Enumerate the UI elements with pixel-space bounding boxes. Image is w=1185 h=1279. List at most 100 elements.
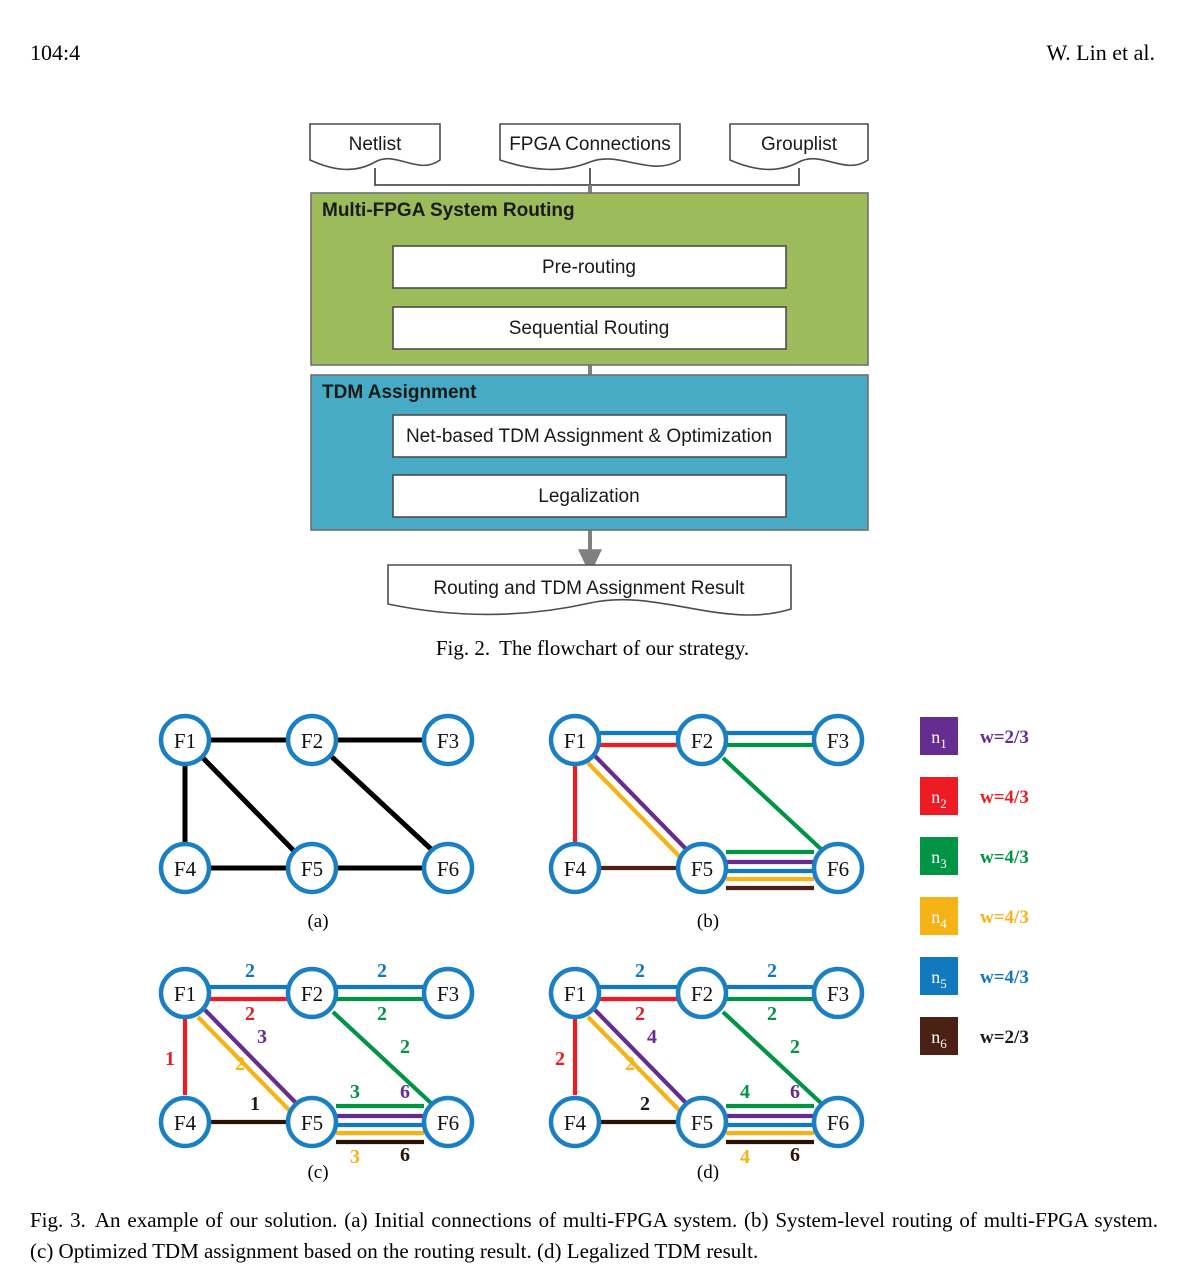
figure-2-caption-text: The flowchart of our strategy. [499, 636, 750, 660]
edge-label-f5-f6-purple: 6 [400, 1081, 410, 1103]
figure-2-caption: Fig. 2. The flowchart of our strategy. [0, 636, 1185, 661]
input-label-grouplist: Grouplist [761, 134, 838, 155]
figure-3-caption-tag: Fig. 3. [30, 1208, 86, 1232]
input-doc-fpga-connections: FPGA Connections [499, 123, 681, 171]
legend-net-n1: n [931, 727, 940, 747]
node-label-f3: F3 [827, 982, 849, 1006]
node-label-f4: F4 [564, 1111, 587, 1135]
legend-net-n3: n [931, 847, 940, 867]
node-label-f5: F5 [301, 857, 323, 881]
legend-net-sub-n4: 4 [940, 916, 947, 931]
group-tdm-assignment: TDM Assignment Net-based TDM Assignment … [310, 374, 869, 531]
legend-weight-n2: w=4/3 [980, 787, 1029, 808]
panel-letter-c: (c) [307, 1162, 328, 1183]
node-label-f1: F1 [564, 982, 586, 1006]
node-label-f2: F2 [301, 982, 323, 1006]
panel-c-nodes: F1 F2 F3 F4 F5 F6 [158, 966, 475, 1149]
page-number: 104:4 [30, 40, 81, 65]
edge-label-f5-f6-green: 3 [350, 1081, 360, 1103]
panel-b: F1 F2 F3 F4 F5 F6 (b) [548, 713, 865, 932]
legend-item-n3: n3 w=4/3 [920, 837, 1029, 875]
node-label-f3: F3 [437, 729, 459, 753]
legend-net-n4: n [931, 907, 940, 927]
legend-net-n6: n [931, 1027, 940, 1047]
legend-net-sub-n6: 6 [940, 1036, 947, 1051]
running-head: 104:4 W. Lin et al. [0, 40, 1185, 70]
node-label-f1: F1 [174, 729, 196, 753]
legend-net-sub-n2: 2 [940, 796, 947, 811]
node-label-f1: F1 [174, 982, 196, 1006]
edge-label-f1-f4: 2 [555, 1048, 565, 1070]
legend-weight-n4: w=4/3 [980, 907, 1029, 928]
node-label-f1: F1 [564, 729, 586, 753]
edge-label-f1-f2-bottom: 2 [635, 1003, 645, 1025]
panel-letter-d: (d) [697, 1162, 719, 1183]
edge-label-f5-f6-yellow: 4 [740, 1146, 750, 1168]
edge-label-f2-f6: 2 [400, 1036, 410, 1058]
node-label-f6: F6 [827, 857, 849, 881]
legend-net-sub-n3: 3 [940, 856, 947, 871]
step-legalization: Legalization [538, 486, 639, 507]
step-net-based-tdm-assignment: Net-based TDM Assignment & Optimization [406, 426, 772, 447]
node-label-f6: F6 [827, 1111, 849, 1135]
edge-label-f1-f4: 1 [165, 1048, 175, 1070]
group-title-tdm-assignment: TDM Assignment [322, 382, 477, 403]
edge-label-f1-f2-top: 2 [635, 960, 645, 982]
panel-letter-a: (a) [307, 911, 328, 932]
edge-label-f1-f2-top: 2 [245, 960, 255, 982]
input-doc-grouplist: Grouplist [729, 123, 869, 171]
edge-label-f1-f5-purple: 4 [647, 1026, 657, 1048]
panel-c: 2 2 2 2 1 3 2 2 1 3 6 3 6 F1 F2 F3 F4 F5… [158, 960, 475, 1183]
figure-2-caption-tag: Fig. 2. [435, 636, 491, 660]
author-line: W. Lin et al. [1046, 40, 1155, 65]
panel-b-nodes: F1 F2 F3 F4 F5 F6 [548, 713, 865, 895]
node-label-f2: F2 [691, 729, 713, 753]
edge-label-f2-f3-top: 2 [377, 960, 387, 982]
node-label-f3: F3 [437, 982, 459, 1006]
figure-3-graphs: F1 F2 F3 F4 F5 F6 (a) F1 F2 F3 F4 F5 F6 … [0, 695, 1185, 1185]
edge-label-f2-f3-top: 2 [767, 960, 777, 982]
edge-label-f5-f6-brown: 6 [400, 1144, 410, 1166]
node-label-f5: F5 [691, 857, 713, 881]
legend-item-n2: n2 w=4/3 [920, 777, 1029, 815]
edge-label-f2-f3-bottom: 2 [377, 1003, 387, 1025]
edge-label-f5-f6-purple: 6 [790, 1081, 800, 1103]
edge-label-f4-f5: 1 [250, 1093, 260, 1115]
edge-label-f1-f2-bottom: 2 [245, 1003, 255, 1025]
legend-weight-n6: w=2/3 [980, 1027, 1029, 1048]
node-label-f4: F4 [174, 857, 197, 881]
legend-item-n4: n4 w=4/3 [920, 897, 1029, 935]
input-connector-bus [374, 168, 800, 186]
edge-label-f1-f5-yellow: 2 [625, 1053, 635, 1075]
step-sequential-routing: Sequential Routing [509, 318, 670, 339]
legend-item-n5: n5 w=4/3 [920, 957, 1029, 995]
panel-letter-b: (b) [697, 911, 719, 932]
output-doc-result: Routing and TDM Assignment Result [387, 564, 792, 616]
node-label-f6: F6 [437, 1111, 459, 1135]
legend-weight-n5: w=4/3 [980, 967, 1029, 988]
edge-label-f5-f6-green: 4 [740, 1081, 750, 1103]
node-label-f4: F4 [564, 857, 587, 881]
node-label-f4: F4 [174, 1111, 197, 1135]
edge-label-f1-f5-yellow: 2 [235, 1053, 245, 1075]
legend-net-n2: n [931, 787, 940, 807]
panel-d: 2 2 2 2 2 4 2 2 2 4 6 4 6 F1 F2 F3 F4 F5… [548, 960, 865, 1183]
panel-a: F1 F2 F3 F4 F5 F6 (a) [158, 713, 475, 932]
step-pre-routing: Pre-routing [542, 257, 636, 278]
node-label-f2: F2 [301, 729, 323, 753]
group-title-multi-fpga-system-routing: Multi-FPGA System Routing [322, 200, 575, 221]
panel-d-nodes: F1 F2 F3 F4 F5 F6 [548, 966, 865, 1149]
node-label-f2: F2 [691, 982, 713, 1006]
figure-3-caption-text: An example of our solution. (a) Initial … [30, 1208, 1158, 1263]
edge-label-f2-f6: 2 [790, 1036, 800, 1058]
paper-page: 104:4 W. Lin et al. Netlist FPGA Connect… [0, 0, 1185, 1279]
panel-a-nodes: F1 F2 F3 F4 F5 F6 [158, 713, 475, 895]
edge-label-f5-f6-brown: 6 [790, 1144, 800, 1166]
legend-net-n5: n [931, 967, 940, 987]
input-doc-netlist: Netlist [309, 123, 441, 171]
figure-2-flowchart: Netlist FPGA Connections Grouplist Multi… [0, 110, 1185, 630]
node-label-f5: F5 [691, 1111, 713, 1135]
group-multi-fpga-system-routing: Multi-FPGA System Routing Pre-routing Se… [310, 192, 869, 366]
legend-net-sub-n5: 5 [940, 976, 947, 991]
node-label-f3: F3 [827, 729, 849, 753]
